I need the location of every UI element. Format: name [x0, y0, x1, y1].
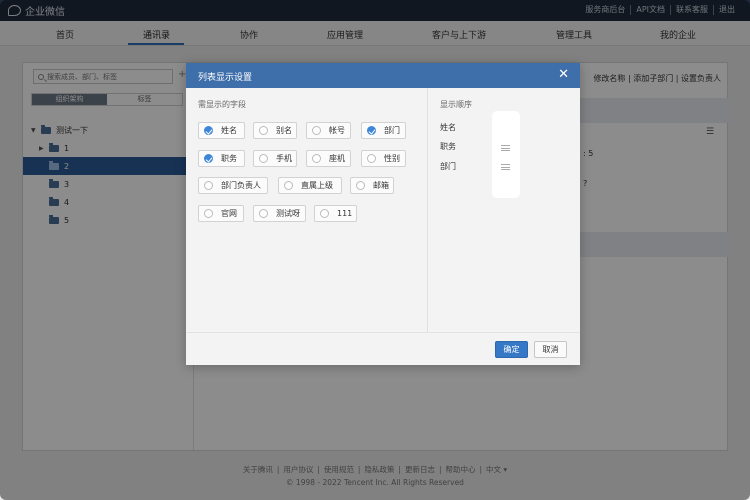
- drag-handle-icon[interactable]: [501, 164, 510, 170]
- dialog-title: 列表显示设置: [198, 73, 253, 83]
- order-item-position[interactable]: 职务: [440, 141, 456, 152]
- field-checkbox-111[interactable]: 111: [314, 205, 357, 222]
- field-label: 官网: [221, 209, 237, 218]
- field-checkbox-mobile[interactable]: 手机: [253, 150, 297, 167]
- order-label: 显示顺序: [440, 100, 472, 109]
- field-checkbox-landline[interactable]: 座机: [306, 150, 351, 167]
- field-label: 测试呀: [276, 209, 300, 218]
- checkbox-icon: [356, 181, 365, 190]
- field-label: 部门负责人: [221, 181, 261, 190]
- field-checkbox-alias[interactable]: 别名: [253, 122, 297, 139]
- checkbox-icon: [259, 209, 268, 218]
- field-label: 111: [337, 209, 353, 218]
- cancel-button[interactable]: 取消: [534, 341, 567, 358]
- field-label: 手机: [276, 154, 292, 163]
- fields-section: 需显示的字段 姓名 别名 帐号 部门 职务 手机 座机 性别 部门负责人 直属上…: [186, 88, 427, 332]
- field-checkbox-gender[interactable]: 性别: [361, 150, 406, 167]
- field-checkbox-supervisor[interactable]: 直属上级: [278, 177, 342, 194]
- checkbox-icon: [312, 154, 321, 163]
- dialog-header: 列表显示设置 ✕: [186, 63, 580, 88]
- fields-label: 需显示的字段: [198, 100, 246, 109]
- checkbox-icon: [312, 126, 321, 135]
- field-checkbox-position[interactable]: 职务: [198, 150, 245, 167]
- checkbox-icon: [284, 181, 293, 190]
- list-display-settings-dialog: 列表显示设置 ✕ 需显示的字段 姓名 别名 帐号 部门 职务 手机 座机 性别 …: [186, 63, 580, 365]
- field-label: 帐号: [329, 126, 345, 135]
- checkbox-icon: [367, 126, 376, 135]
- checkbox-icon: [204, 126, 213, 135]
- checkbox-icon: [204, 181, 213, 190]
- order-item-department[interactable]: 部门: [440, 161, 456, 172]
- field-label: 姓名: [221, 126, 237, 135]
- checkbox-icon: [259, 154, 268, 163]
- close-icon[interactable]: ✕: [558, 67, 569, 82]
- checkbox-icon: [320, 209, 329, 218]
- field-label: 座机: [329, 154, 345, 163]
- field-checkbox-website[interactable]: 官网: [198, 205, 244, 222]
- field-label: 职务: [221, 154, 237, 163]
- field-label: 性别: [384, 154, 400, 163]
- field-checkbox-name[interactable]: 姓名: [198, 122, 245, 139]
- field-checkbox-email[interactable]: 邮箱: [350, 177, 394, 194]
- field-label: 直属上级: [301, 181, 333, 190]
- confirm-button[interactable]: 确定: [495, 341, 528, 358]
- field-checkbox-test[interactable]: 测试呀: [253, 205, 306, 222]
- field-label: 部门: [384, 126, 400, 135]
- field-label: 邮箱: [373, 181, 389, 190]
- field-checkbox-department[interactable]: 部门: [361, 122, 406, 139]
- checkbox-icon: [367, 154, 376, 163]
- dialog-footer: 确定 取消: [186, 332, 580, 365]
- checkbox-icon: [204, 154, 213, 163]
- order-item-name[interactable]: 姓名: [440, 122, 456, 133]
- field-checkbox-dept-head[interactable]: 部门负责人: [198, 177, 268, 194]
- drag-handle-panel: [492, 111, 520, 198]
- field-label: 别名: [276, 126, 292, 135]
- checkbox-icon: [204, 209, 213, 218]
- field-checkbox-account[interactable]: 帐号: [306, 122, 351, 139]
- checkbox-icon: [259, 126, 268, 135]
- drag-handle-icon[interactable]: [501, 145, 510, 151]
